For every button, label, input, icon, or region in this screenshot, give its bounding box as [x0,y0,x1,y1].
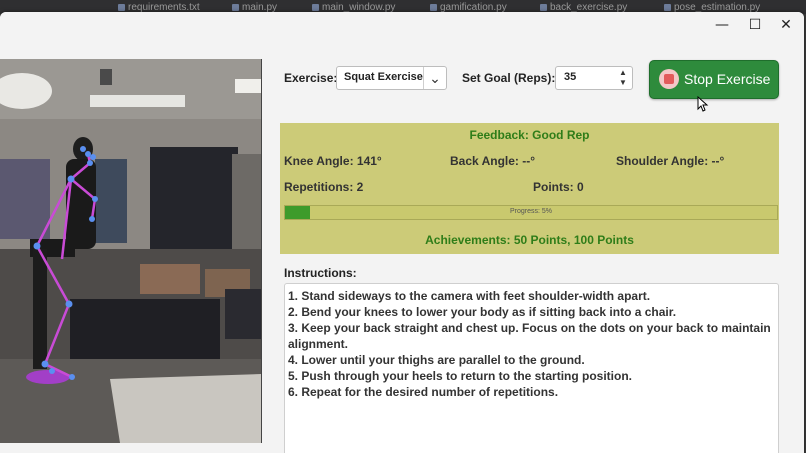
close-button[interactable]: ✕ [772,15,800,35]
title-bar: — ☐ ✕ [0,12,804,40]
file-icon [312,3,319,11]
exercise-label: Exercise: [284,71,338,85]
instruction-line: 4. Lower until your thighs are parallel … [288,353,585,367]
stop-exercise-label: Stop Exercise [684,71,771,87]
file-icon [540,3,547,11]
progress-text: Progress: 5% [509,208,553,215]
knee-angle: Knee Angle: 141° [284,154,382,168]
spin-up-icon[interactable]: ▲ [616,68,630,78]
spin-down-icon[interactable]: ▼ [616,78,630,88]
instruction-line: 1. Stand sideways to the camera with fee… [288,289,651,303]
stop-icon [659,69,679,89]
achievements-text: Achievements: 50 Points, 100 Points [425,233,634,247]
back-angle: Back Angle: --° [450,154,536,168]
app-window: — ☐ ✕ Exercise: Squat Exercise ⌄ Set Goa… [0,12,804,453]
feedback-title: Feedback: Good Rep [469,128,590,142]
minimize-button[interactable]: — [708,15,736,35]
file-icon [232,3,239,11]
shoulder-angle: Shoulder Angle: --° [616,154,725,168]
goal-spinbox[interactable]: 35 ▲ ▼ [555,66,633,90]
instruction-line: alignment. [288,337,349,351]
instructions-label: Instructions: [284,266,357,280]
exercise-select-value: Squat Exercise [344,71,423,83]
chevron-down-icon[interactable]: ⌄ [423,67,446,89]
repetitions-count: Repetitions: 2 [284,180,364,194]
feedback-panel: Feedback: Good Rep Knee Angle: 141° Back… [280,123,779,254]
points-count: Points: 0 [533,180,584,194]
file-icon [664,3,671,11]
maximize-button[interactable]: ☐ [741,15,769,35]
file-icon [118,3,125,11]
instruction-line: 6. Repeat for the desired number of repe… [288,385,559,399]
goal-label: Set Goal (Reps): [462,71,556,85]
instruction-line: 5. Push through your heels to return to … [288,369,633,383]
progress-bar: Progress: 5% [284,205,778,220]
stop-exercise-button[interactable]: Stop Exercise [649,60,779,99]
camera-feed [0,59,262,443]
exercise-select[interactable]: Squat Exercise ⌄ [336,66,447,90]
goal-value: 35 [564,71,577,83]
instruction-line: 3. Keep your back straight and chest up.… [288,321,771,335]
file-icon [430,3,437,11]
mouse-cursor-icon [697,96,709,112]
instruction-line: 2. Bend your knees to lower your body as… [288,305,677,319]
instructions-textbox[interactable]: 1. Stand sideways to the camera with fee… [284,283,779,453]
camera-frame [0,59,261,443]
